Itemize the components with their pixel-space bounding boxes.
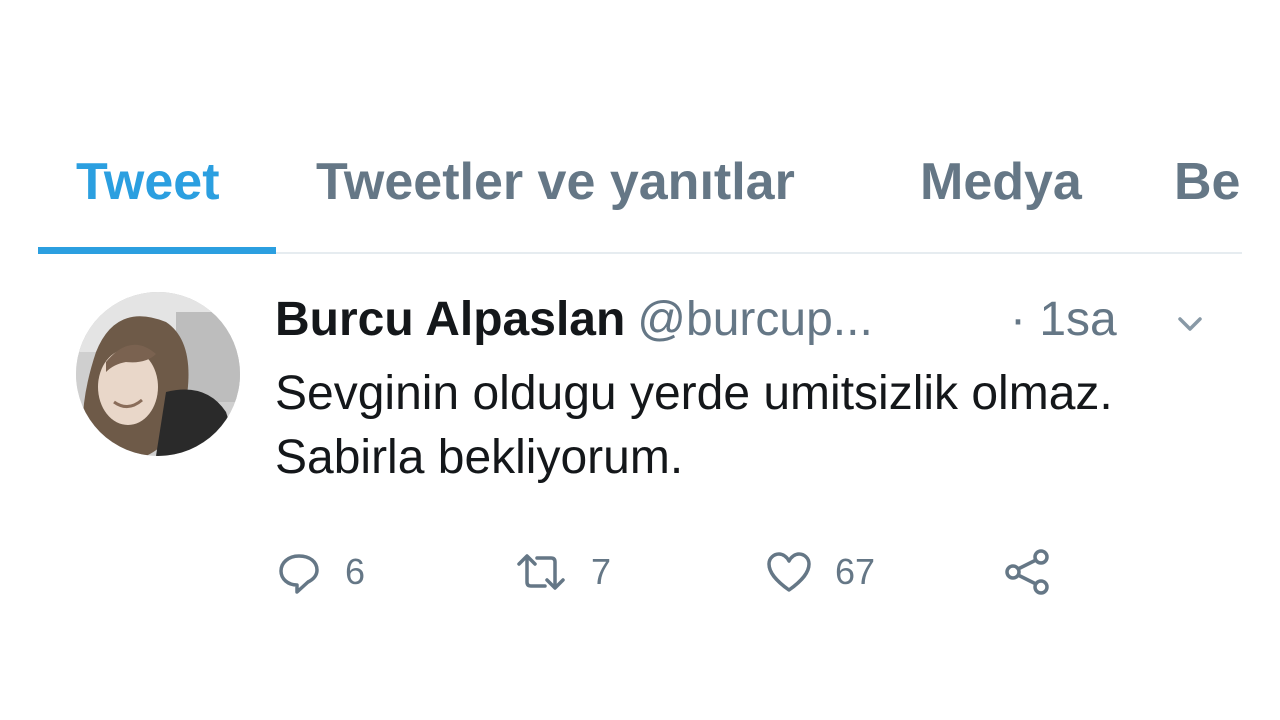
tweet-timestamp[interactable]: · 1sa [1010, 292, 1117, 348]
reply-button[interactable]: 6 [275, 548, 365, 596]
user-handle[interactable]: @burcup... [637, 293, 873, 346]
profile-tabs: Tweet Tweetler ve yanıtlar Medya Be [38, 140, 1242, 254]
share-button[interactable] [1003, 548, 1053, 596]
like-button[interactable]: 67 [765, 548, 875, 596]
tab-tweets-and-replies[interactable]: Tweetler ve yanıtlar [316, 140, 795, 252]
active-tab-indicator [38, 247, 276, 254]
chevron-down-icon[interactable] [1170, 304, 1210, 344]
tab-tweet[interactable]: Tweet [76, 140, 220, 252]
tweet-text: Sevginin oldugu yerde umitsizlik olmaz. … [275, 367, 1113, 484]
avatar-photo [76, 292, 240, 456]
display-name[interactable]: Burcu Alpaslan [275, 293, 625, 346]
heart-icon [765, 548, 813, 596]
share-icon [1003, 547, 1053, 597]
retweet-button[interactable]: 7 [513, 548, 611, 596]
tweet-item[interactable]: Burcu Alpaslan @burcup... · 1sa Sevginin … [0, 270, 1280, 630]
avatar[interactable] [76, 292, 240, 456]
speech-bubble-icon [275, 548, 323, 596]
retweet-arrows-icon [513, 548, 569, 596]
tab-media[interactable]: Medya [920, 140, 1082, 252]
tweet-actions: 6 7 67 [275, 548, 1095, 596]
tab-likes-partial[interactable]: Be [1174, 140, 1240, 252]
retweet-count: 7 [591, 551, 612, 592]
profile-screen: Tweet Tweetler ve yanıtlar Medya Be Burc… [0, 0, 1280, 720]
reply-count: 6 [345, 551, 366, 592]
tweet-header: Burcu Alpaslan @burcup... [275, 292, 873, 348]
like-count: 67 [835, 551, 876, 592]
